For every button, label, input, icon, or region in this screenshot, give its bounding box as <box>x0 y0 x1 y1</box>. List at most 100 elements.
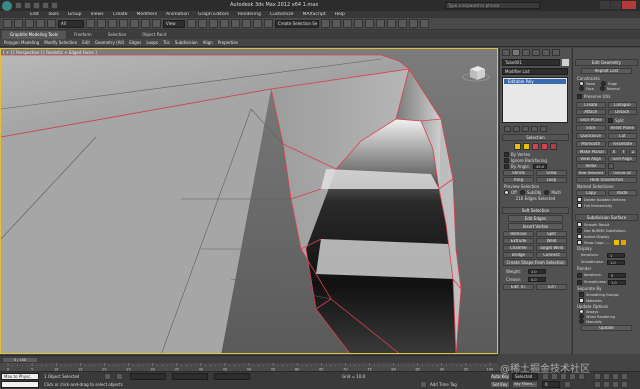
menu-item-maxscript[interactable]: MAXScript <box>303 12 326 17</box>
bridge-button[interactable]: Bridge <box>503 252 534 258</box>
cut-button[interactable]: Cut <box>607 133 637 139</box>
update-button[interactable]: Update <box>581 325 632 331</box>
modify-tab-icon[interactable] <box>512 49 520 56</box>
utilities-tab-icon[interactable] <box>552 49 560 56</box>
menu-item-help[interactable]: Help <box>335 12 345 17</box>
create-button[interactable]: Create <box>576 102 606 108</box>
curve-editor-icon[interactable] <box>365 19 374 28</box>
window-close-icon[interactable] <box>622 1 636 9</box>
window-maximize-icon[interactable] <box>611 1 621 9</box>
grow-button[interactable]: Grow <box>536 170 567 176</box>
attach-button[interactable]: Attach <box>576 109 606 115</box>
layer-manager-icon[interactable] <box>343 19 352 28</box>
extrude-button[interactable]: Extrude <box>503 238 534 244</box>
hide-unselected-button[interactable]: Hide Unselected <box>576 177 637 183</box>
named-selection-dropdown[interactable]: Create Selection Se <box>275 19 319 28</box>
isoline-display-checkbox[interactable] <box>577 234 582 239</box>
zoom-extents-all-icon[interactable] <box>621 373 628 380</box>
slice-plane-button[interactable]: Slice Plane <box>576 117 606 123</box>
grid-align-button[interactable]: Grid Align <box>607 156 637 162</box>
show-end-result-icon[interactable] <box>513 125 520 132</box>
use-nurms-checkbox[interactable] <box>577 228 582 233</box>
cage-color-swatch-1[interactable] <box>614 240 620 245</box>
time-slider[interactable]: 0 / 100 <box>0 355 498 363</box>
display-tab-icon[interactable] <box>542 49 550 56</box>
angle-spinner[interactable]: 45.0 <box>533 163 548 169</box>
tessellate-button[interactable]: Tessellate <box>607 141 637 147</box>
track-bar[interactable]: 0 5 10 15 20 25 30 35 40 45 50 55 60 65 70 75 80 85 90 95 10… <box>0 363 498 371</box>
current-frame-field[interactable]: 0 <box>542 381 560 388</box>
field-of-view-icon[interactable] <box>594 381 601 388</box>
by-vertex-checkbox[interactable] <box>504 151 509 157</box>
target-weld-button[interactable]: Target Weld <box>536 245 567 251</box>
app-logo-icon[interactable] <box>2 0 12 11</box>
smooth-result-checkbox[interactable] <box>577 222 582 227</box>
unlink-icon[interactable] <box>36 19 45 28</box>
remove-button[interactable]: Remove <box>503 231 534 237</box>
ribbon-subtab-polygon-modeling[interactable]: Polygon Modeling <box>4 40 39 45</box>
select-object-icon[interactable] <box>86 19 95 28</box>
ribbon-subtab-geometry-all[interactable]: Geometry (All) <box>95 40 124 45</box>
menu-item-animation[interactable]: Animation <box>166 12 189 17</box>
render-smoothness-checkbox[interactable] <box>577 279 582 285</box>
maxscript-listener-box-2[interactable] <box>1 381 39 388</box>
modifier-stack[interactable]: Editable Poly <box>502 77 568 123</box>
pan-view-icon[interactable] <box>603 381 610 388</box>
hierarchy-tab-icon[interactable] <box>522 49 530 56</box>
menu-item-tools[interactable]: Tools <box>48 12 59 17</box>
ribbon-tab-object-paint[interactable]: Object Paint <box>134 31 174 39</box>
time-slider-handle[interactable]: 0 / 100 <box>2 356 38 363</box>
menu-item-rendering[interactable]: Rendering <box>238 12 261 17</box>
selection-filter-dropdown[interactable]: All <box>58 19 84 28</box>
create-shape-button[interactable]: Create Shape From Selection <box>503 259 568 266</box>
unhide-all-button[interactable]: Unhide All <box>607 170 637 176</box>
edit-geometry-header[interactable]: Edit Geometry <box>575 59 638 66</box>
configure-sets-icon[interactable] <box>540 125 547 132</box>
ribbon-subtab-modify-selection[interactable]: Modify Selection <box>44 40 77 45</box>
make-planar-button[interactable]: Make Planar <box>576 149 609 155</box>
insert-vertex-button[interactable]: Insert Vertex <box>508 223 563 230</box>
save-file-icon[interactable] <box>33 2 40 9</box>
menu-item-modifiers[interactable]: Modifiers <box>137 12 158 17</box>
undo-icon[interactable] <box>42 2 49 9</box>
percent-snap-icon[interactable] <box>242 19 251 28</box>
ribbon-subtab-subdivision[interactable]: Subdivision <box>175 40 198 45</box>
render-iterations-checkbox[interactable] <box>577 272 582 278</box>
hide-selected-button[interactable]: Hide Selected <box>576 170 606 176</box>
edit-edges-header[interactable]: Edit Edges <box>508 215 563 222</box>
element-level-icon[interactable] <box>550 142 557 150</box>
display-smoothness-spinner[interactable]: 1.0 <box>607 259 625 265</box>
angle-snap-icon[interactable] <box>231 19 240 28</box>
select-manipulate-icon[interactable] <box>198 19 207 28</box>
connect-button[interactable]: Connect <box>536 252 567 258</box>
window-crossing-icon[interactable] <box>119 19 128 28</box>
snaps-toggle-icon[interactable] <box>220 19 229 28</box>
detach-button[interactable]: Detach <box>607 109 637 115</box>
bind-space-warp-icon[interactable] <box>47 19 56 28</box>
keyboard-shortcut-icon[interactable] <box>209 19 218 28</box>
constraint-normal-radio[interactable] <box>599 86 605 91</box>
shrink-button[interactable]: Shrink <box>503 170 534 176</box>
material-editor-icon[interactable] <box>387 19 396 28</box>
add-time-tag-button[interactable]: Add Time Tag <box>430 382 457 387</box>
x-coord-field[interactable] <box>130 373 166 380</box>
edge-level-icon[interactable] <box>523 142 530 150</box>
edit-tri-button[interactable]: Edit Tri. <box>503 284 534 290</box>
selection-rollout-header[interactable]: Selection <box>502 134 569 141</box>
menu-item-edit[interactable]: Edit <box>30 12 39 17</box>
undo-tool-icon[interactable] <box>3 19 12 28</box>
repeat-last-button[interactable]: Repeat Last <box>581 68 632 74</box>
copy-button[interactable]: Copy <box>576 190 606 196</box>
ribbon-subtab-loops[interactable]: Loops <box>146 40 158 45</box>
ignore-backfacing-checkbox[interactable] <box>504 157 509 163</box>
chamfer-button[interactable]: Chamfer <box>503 245 534 251</box>
menu-item-views[interactable]: Views <box>91 12 104 17</box>
modifier-list-dropdown[interactable]: Modifier List <box>502 68 568 75</box>
zoom-all-icon[interactable] <box>603 373 610 380</box>
align-icon[interactable] <box>332 19 341 28</box>
viewport-perspective[interactable]: [ + ] [ Perspective ] [ Realistic + Edge… <box>0 48 498 354</box>
rotate-icon[interactable] <box>141 19 150 28</box>
time-config-icon[interactable] <box>564 381 571 388</box>
maxscript-listener-box[interactable]: Max to Physc. <box>1 373 39 380</box>
ribbon-subtab-align[interactable]: Align <box>203 40 213 45</box>
